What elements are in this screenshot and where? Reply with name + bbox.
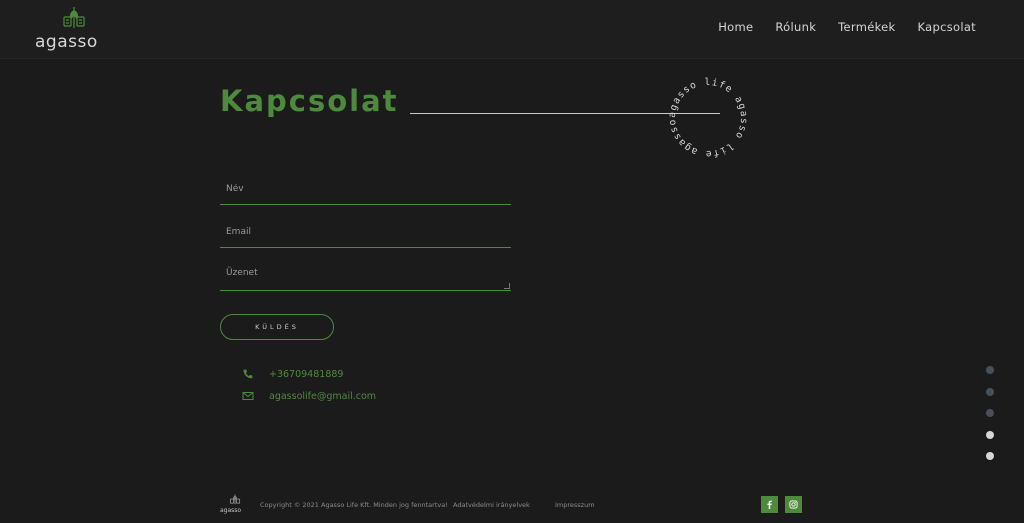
badge-text: agasso life agasso life agasso life [660, 70, 748, 159]
site-footer: agasso Copyright © 2021 Agasso Life Kft.… [0, 488, 1024, 523]
name-input[interactable] [220, 174, 511, 204]
phone-icon [243, 369, 253, 379]
contact-email-row: agassolife@gmail.com [242, 390, 376, 402]
page: agasso Home Rólunk Termékek Kapcsolat Ka… [0, 0, 1024, 523]
resize-grip-icon[interactable] [504, 283, 510, 289]
section-dot-1[interactable] [986, 366, 994, 374]
imprint-link[interactable]: Impresszum [555, 501, 595, 509]
site-header: agasso Home Rólunk Termékek Kapcsolat [0, 0, 1024, 59]
section-dot-nav [986, 366, 994, 474]
facebook-button[interactable] [761, 496, 778, 513]
send-button[interactable]: KÜLDÉS [220, 314, 334, 340]
instagram-button[interactable] [785, 496, 802, 513]
site-logo[interactable]: agasso [34, 6, 114, 52]
svg-text:agasso life agasso life agasso: agasso life agasso life agasso life [660, 70, 749, 159]
email-input[interactable] [220, 217, 511, 247]
privacy-link[interactable]: Adatvédelmi irányelvek [453, 501, 530, 509]
facebook-icon [767, 500, 772, 509]
email-field [220, 217, 511, 248]
section-dot-2[interactable] [986, 387, 994, 396]
contact-phone-row: +36709481889 [242, 368, 343, 380]
section-dot-5[interactable] [986, 452, 994, 460]
copyright-text: Copyright © 2021 Agasso Life Kft. Minden… [260, 501, 448, 509]
footer-logo[interactable]: agasso [220, 494, 250, 518]
nav-item-termekek[interactable]: Termékek [838, 20, 895, 34]
phone-link[interactable]: +36709481889 [269, 369, 343, 380]
message-textarea[interactable] [220, 260, 511, 290]
message-field [220, 260, 511, 291]
email-link[interactable]: agassolife@gmail.com [269, 391, 376, 402]
footer-logo-wordmark: agasso [220, 507, 242, 514]
rotating-text-badge: agasso life agasso life agasso life [660, 70, 749, 159]
logo-wordmark: agasso [35, 32, 98, 52]
nav-item-rolunk[interactable]: Rólunk [775, 20, 816, 34]
nav-item-home[interactable]: Home [718, 20, 753, 34]
hemp-leaf-icon [229, 494, 241, 505]
hemp-leaf-icon [63, 7, 85, 28]
section-dot-3[interactable] [986, 409, 994, 417]
name-field [220, 174, 511, 205]
instagram-icon [789, 500, 798, 509]
envelope-icon [242, 392, 254, 400]
page-title: Kapcsolat [220, 84, 399, 118]
main-nav: Home Rólunk Termékek Kapcsolat [718, 20, 976, 34]
nav-item-kapcsolat[interactable]: Kapcsolat [918, 20, 977, 34]
section-dot-4[interactable] [986, 430, 994, 439]
